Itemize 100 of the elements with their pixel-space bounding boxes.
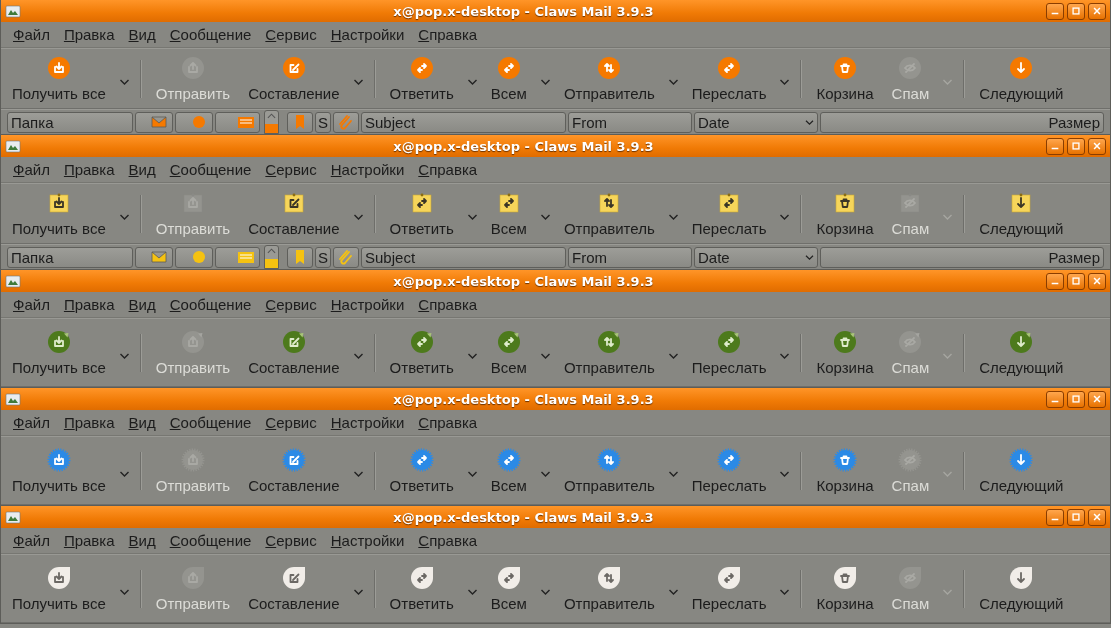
toolbar-button[interactable]: Отправитель <box>554 55 664 102</box>
toolbar-button[interactable]: Корзина <box>807 55 883 102</box>
toolbar-button[interactable]: Всем <box>481 190 536 237</box>
toolbar-button[interactable]: Составление <box>239 447 349 494</box>
menu-item[interactable]: Файл <box>9 26 54 43</box>
menu-item[interactable]: Файл <box>9 161 54 178</box>
toolbar-button[interactable]: Следующий <box>970 55 1073 102</box>
column-header[interactable]: From <box>568 111 692 133</box>
toolbar-button[interactable]: Переслать <box>682 447 776 494</box>
column-header[interactable]: Date <box>694 246 818 268</box>
menu-item[interactable]: Справка <box>414 414 482 431</box>
menu-item[interactable]: Файл <box>9 532 54 549</box>
toolbar-button[interactable]: Следующий <box>970 329 1073 376</box>
menu-item[interactable]: Справка <box>414 296 482 313</box>
column-header[interactable]: Папка <box>7 111 133 133</box>
column-header[interactable]: S <box>315 111 331 133</box>
column-header[interactable] <box>135 246 173 268</box>
menu-item[interactable]: Настройки <box>326 26 409 43</box>
menu-item[interactable]: Настройки <box>326 296 409 313</box>
menu-item[interactable]: Правка <box>59 26 119 43</box>
menu-item[interactable]: Справка <box>414 161 482 178</box>
menu-item[interactable]: Сообщение <box>165 26 256 43</box>
menu-item[interactable]: Настройки <box>326 161 409 178</box>
toolbar-button[interactable]: Корзина <box>807 329 883 376</box>
toolbar-button[interactable]: Получить все <box>3 55 115 102</box>
toolbar-button[interactable]: Переслать <box>682 55 776 102</box>
menu-item[interactable]: Сервис <box>261 414 321 431</box>
menu-item[interactable]: Справка <box>414 26 482 43</box>
column-header[interactable] <box>175 246 213 268</box>
toolbar-button[interactable]: Получить все <box>3 447 115 494</box>
minimize-button[interactable] <box>1046 390 1064 408</box>
toolbar-button[interactable]: Получить все <box>3 565 115 612</box>
toolbar-button[interactable]: Ответить <box>380 190 463 237</box>
toolbar-button[interactable]: Составление <box>239 55 349 102</box>
column-header[interactable] <box>135 111 173 133</box>
scrollbar[interactable] <box>264 245 279 269</box>
close-button[interactable] <box>1088 2 1106 20</box>
toolbar-button[interactable]: Отправитель <box>554 447 664 494</box>
menu-item[interactable]: Сервис <box>261 161 321 178</box>
toolbar-button[interactable]: Получить все <box>3 329 115 376</box>
column-header[interactable]: Subject <box>361 111 566 133</box>
menu-item[interactable]: Вид <box>124 161 160 178</box>
menu-item[interactable]: Файл <box>9 414 54 431</box>
menu-item[interactable]: Сообщение <box>165 532 256 549</box>
menu-item[interactable]: Правка <box>59 296 119 313</box>
toolbar-button[interactable]: Следующий <box>970 190 1073 237</box>
toolbar-button[interactable]: Всем <box>481 565 536 612</box>
column-header[interactable]: Date <box>694 111 818 133</box>
menu-item[interactable]: Сервис <box>261 532 321 549</box>
toolbar-button[interactable]: Следующий <box>970 565 1073 612</box>
menu-item[interactable]: Сообщение <box>165 161 256 178</box>
menu-item[interactable]: Сообщение <box>165 296 256 313</box>
minimize-button[interactable] <box>1046 137 1064 155</box>
toolbar-button[interactable]: Ответить <box>380 329 463 376</box>
menu-item[interactable]: Справка <box>414 532 482 549</box>
column-header[interactable]: Папка <box>7 246 133 268</box>
menu-item[interactable]: Правка <box>59 414 119 431</box>
scrollbar[interactable] <box>264 110 279 134</box>
close-button[interactable] <box>1088 137 1106 155</box>
maximize-button[interactable] <box>1067 390 1085 408</box>
menu-item[interactable]: Правка <box>59 161 119 178</box>
toolbar-button[interactable]: Переслать <box>682 329 776 376</box>
column-header[interactable] <box>215 246 260 268</box>
menu-item[interactable]: Настройки <box>326 414 409 431</box>
menu-item[interactable]: Сервис <box>261 26 321 43</box>
minimize-button[interactable] <box>1046 508 1064 526</box>
menu-item[interactable]: Вид <box>124 296 160 313</box>
maximize-button[interactable] <box>1067 272 1085 290</box>
menu-item[interactable]: Вид <box>124 414 160 431</box>
menu-item[interactable]: Файл <box>9 296 54 313</box>
toolbar-button[interactable]: Корзина <box>807 447 883 494</box>
toolbar-button[interactable]: Отправитель <box>554 565 664 612</box>
menu-item[interactable]: Настройки <box>326 532 409 549</box>
menu-item[interactable]: Правка <box>59 532 119 549</box>
column-header[interactable]: Размер <box>820 246 1104 268</box>
close-button[interactable] <box>1088 390 1106 408</box>
column-header[interactable] <box>175 111 213 133</box>
toolbar-button[interactable]: Переслать <box>682 565 776 612</box>
close-button[interactable] <box>1088 272 1106 290</box>
toolbar-button[interactable]: Всем <box>481 55 536 102</box>
toolbar-button[interactable]: Ответить <box>380 565 463 612</box>
toolbar-button[interactable]: Всем <box>481 447 536 494</box>
toolbar-button[interactable]: Отправитель <box>554 190 664 237</box>
minimize-button[interactable] <box>1046 272 1064 290</box>
column-header[interactable]: S <box>315 246 331 268</box>
column-header[interactable]: Subject <box>361 246 566 268</box>
toolbar-button[interactable]: Всем <box>481 329 536 376</box>
column-header[interactable] <box>215 111 260 133</box>
menu-item[interactable]: Вид <box>124 532 160 549</box>
toolbar-button[interactable]: Корзина <box>807 190 883 237</box>
toolbar-button[interactable]: Составление <box>239 565 349 612</box>
toolbar-button[interactable]: Следующий <box>970 447 1073 494</box>
toolbar-button[interactable]: Ответить <box>380 55 463 102</box>
maximize-button[interactable] <box>1067 2 1085 20</box>
toolbar-button[interactable]: Составление <box>239 329 349 376</box>
menu-item[interactable]: Вид <box>124 26 160 43</box>
toolbar-button[interactable]: Корзина <box>807 565 883 612</box>
toolbar-button[interactable]: Получить все <box>3 190 115 237</box>
maximize-button[interactable] <box>1067 508 1085 526</box>
menu-item[interactable]: Сообщение <box>165 414 256 431</box>
